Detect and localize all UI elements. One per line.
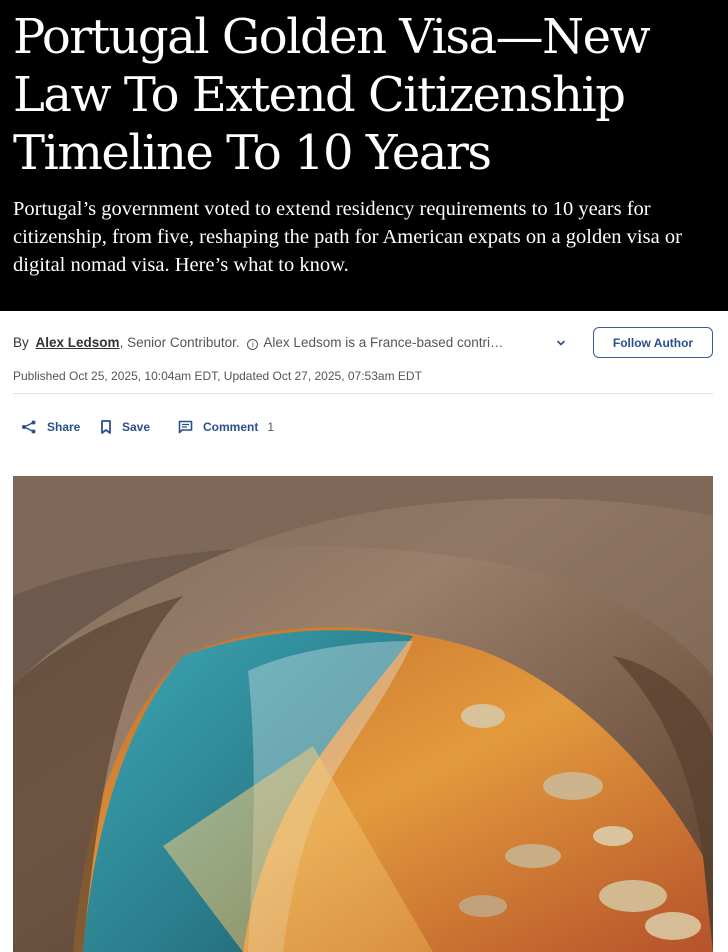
follow-author-button[interactable]: Follow Author (593, 327, 713, 358)
author-bio: Alex Ledsom is a France-based contri… (263, 335, 504, 350)
comment-button[interactable]: Comment 1 (178, 413, 274, 441)
share-label: Share (47, 420, 81, 434)
byline-text: By Alex Ledsom, Senior Contributor. i Al… (13, 335, 533, 351)
chevron-down-icon[interactable] (555, 337, 567, 349)
article-header: Portugal Golden Visa—New Law To Extend C… (0, 0, 728, 311)
article-actions: Share Save Comment 1 (13, 413, 513, 441)
save-button[interactable]: Save (100, 413, 150, 441)
headline: Portugal Golden Visa—New Law To Extend C… (13, 9, 651, 181)
comment-count: 1 (267, 420, 275, 434)
comment-icon (178, 420, 193, 434)
author-link[interactable]: Alex Ledsom (36, 335, 120, 350)
hero-image (13, 476, 713, 952)
sea-cave-photo (13, 476, 713, 952)
by-prefix: By (13, 335, 29, 350)
publish-dates: Published Oct 25, 2025, 10:04am EDT, Upd… (13, 369, 422, 383)
comment-label: Comment (203, 420, 259, 434)
share-button[interactable]: Share (21, 413, 80, 441)
author-role: , Senior Contributor. (119, 335, 240, 350)
article-dek: Portugal’s government voted to extend re… (13, 198, 682, 276)
share-icon (22, 420, 36, 434)
info-icon[interactable]: i (247, 339, 259, 350)
byline: By Alex Ledsom, Senior Contributor. i Al… (13, 327, 713, 359)
divider (13, 393, 713, 394)
bookmark-icon (101, 420, 111, 434)
save-label: Save (122, 420, 151, 434)
